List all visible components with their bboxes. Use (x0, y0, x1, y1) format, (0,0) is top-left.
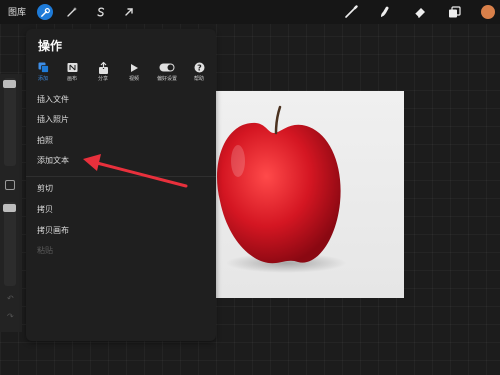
adjustments-button[interactable] (64, 4, 80, 20)
color-picker-button[interactable] (481, 5, 495, 19)
brush-icon (345, 5, 358, 18)
brush-size-thumb[interactable] (3, 80, 16, 88)
menu-item-copy[interactable]: 拷贝 (37, 204, 53, 215)
toggle-icon (159, 63, 175, 72)
gallery-button[interactable]: 图库 (8, 5, 26, 18)
menu-item-paste: 粘贴 (37, 246, 53, 255)
transform-button[interactable] (121, 4, 137, 20)
tab-preferences[interactable]: 偏好设置 (154, 61, 180, 82)
brush-button[interactable] (343, 4, 359, 20)
canvas-artwork (216, 91, 404, 298)
help-icon: ? (194, 62, 204, 73)
menu-divider (26, 176, 216, 177)
opacity-thumb[interactable] (3, 204, 16, 212)
panel-title: 操作 (38, 39, 63, 53)
wrench-icon (40, 7, 50, 17)
actions-wrench-button[interactable] (37, 4, 53, 20)
smudge-button[interactable] (376, 4, 392, 20)
top-toolbar: 图库 (0, 0, 500, 24)
menu-item-copy-canvas[interactable]: 拷贝画布 (37, 225, 69, 236)
undo-button[interactable]: ↶ (7, 294, 14, 303)
tab-video[interactable]: 视频 (121, 61, 147, 82)
magic-wand-icon (67, 7, 77, 17)
svg-text:?: ? (197, 63, 202, 72)
menu-item-insert-photo[interactable]: 插入照片 (37, 114, 69, 125)
menu-item-add-text[interactable]: 添加文本 (37, 155, 69, 166)
tab-help[interactable]: ? 帮助 (186, 61, 212, 82)
menu-item-take-photo[interactable]: 拍照 (37, 135, 53, 146)
sidebar-sliders: ↶ ↷ (0, 74, 22, 332)
redo-button[interactable]: ↷ (7, 312, 14, 321)
tab-share[interactable]: 分享 (90, 61, 116, 82)
selection-button[interactable] (93, 4, 109, 20)
opacity-slider[interactable] (4, 202, 16, 286)
modify-button[interactable] (5, 180, 15, 190)
layers-icon (448, 5, 461, 17)
menu-item-insert-file[interactable]: 插入文件 (37, 94, 69, 105)
layers-button[interactable] (446, 4, 462, 20)
smudge-icon (381, 6, 389, 17)
actions-tabs: 添加 画布 分享 视频 偏好设置 ? 帮助 (30, 61, 214, 85)
add-icon (38, 62, 49, 73)
selection-s-icon (97, 7, 105, 17)
brush-size-slider[interactable] (4, 78, 16, 166)
menu-item-cut[interactable]: 剪切 (37, 183, 53, 194)
tab-add[interactable]: 添加 (30, 61, 56, 82)
tab-canvas[interactable]: 画布 (59, 61, 85, 82)
actions-panel: 操作 添加 画布 分享 视频 偏好设置 ? 帮助 插入文件 插入照片 拍照 添加… (26, 29, 216, 341)
canvas-icon (67, 63, 77, 72)
eraser-icon (414, 8, 425, 18)
transform-arrow-icon (125, 8, 133, 16)
apple-image (217, 105, 346, 273)
play-icon (131, 63, 138, 72)
share-icon (98, 61, 108, 74)
eraser-button[interactable] (412, 4, 428, 20)
